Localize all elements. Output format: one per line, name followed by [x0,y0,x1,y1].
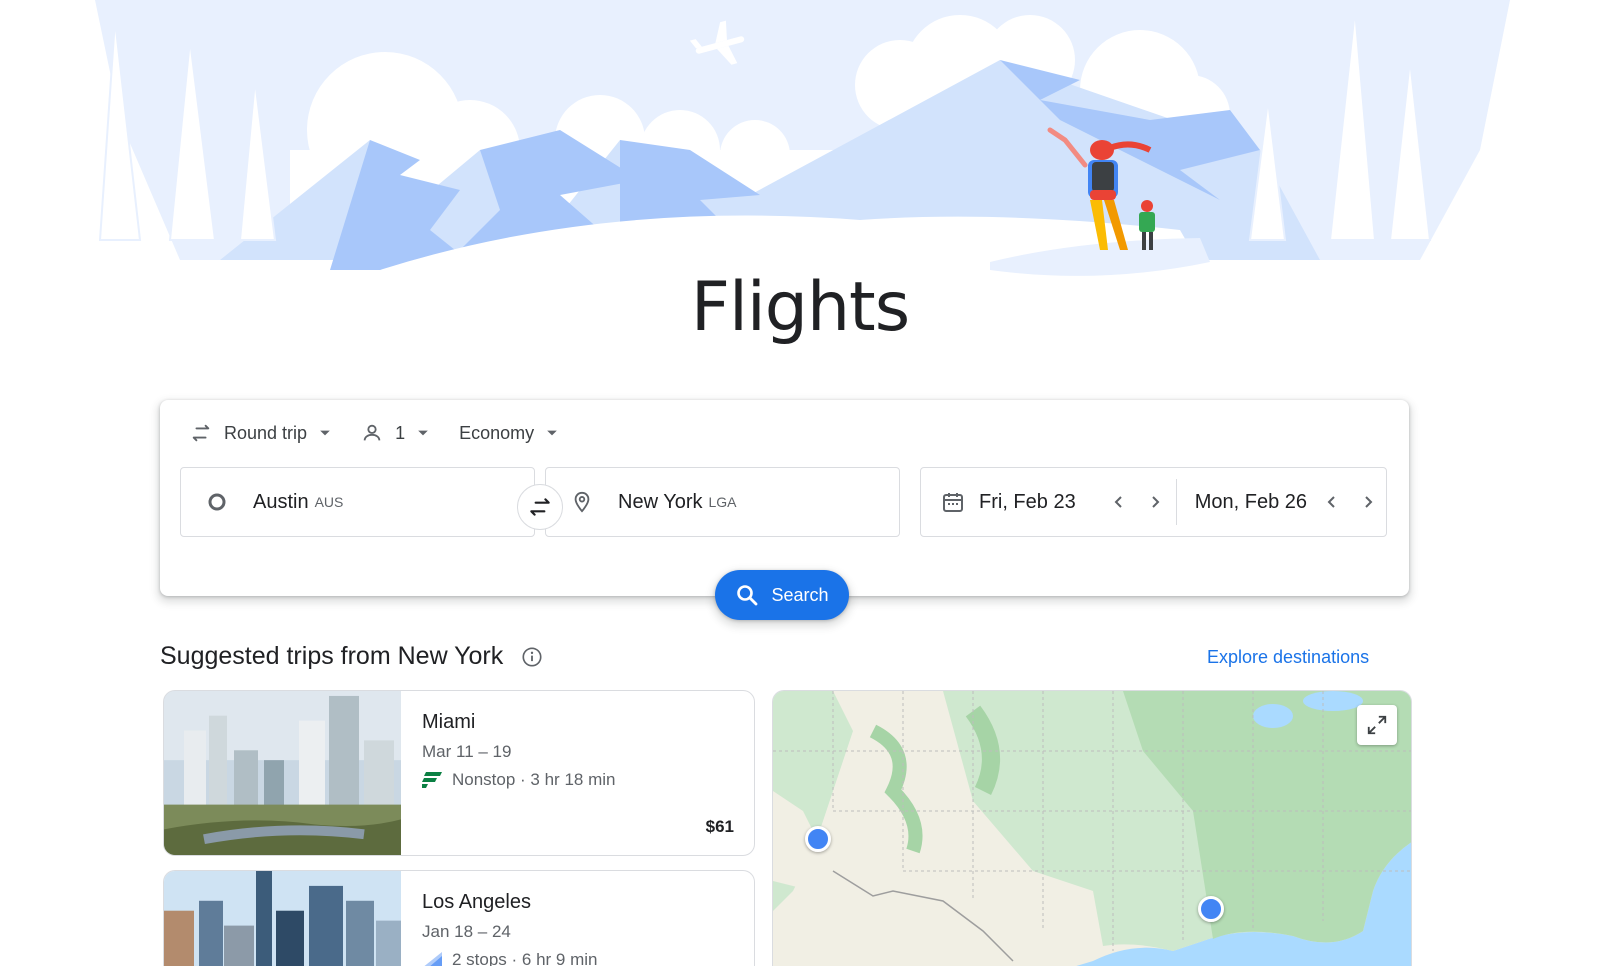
destination-field[interactable]: New York LGA [545,467,900,537]
depart-date-picker[interactable]: Fri, Feb 23 [979,468,1166,536]
cabin-class-select[interactable]: Economy [459,420,558,446]
page-title: Flights [690,268,910,347]
search-panel: Round trip 1 Economy Austin AUS New York… [160,400,1409,596]
search-button[interactable]: Search [715,570,849,620]
destination-photo [164,871,401,966]
destination-city: New York [618,490,703,513]
trip-flight-summary: Nonstop · 3 hr 18 min [452,770,616,789]
round-trip-icon [192,424,210,442]
dropdown-arrow-icon [418,430,428,436]
search-button-label: Search [771,584,829,605]
swap-icon [530,498,550,516]
person-icon [363,424,381,441]
expand-icon [1367,715,1387,735]
dates-field: Fri, Feb 23 Mon, Feb 26 [920,467,1387,537]
chevron-left-icon[interactable] [1321,491,1343,513]
origin-circle-icon [205,490,229,514]
suggested-trips-heading: Suggested trips from New York [160,642,543,671]
map-pin[interactable] [1198,896,1224,922]
trip-destination: Miami [422,711,476,733]
chevron-right-icon[interactable] [1357,491,1379,513]
dropdown-arrow-icon [547,430,557,436]
destination-photo [164,691,401,855]
trip-flight-summary: 2 stops · 6 hr 9 min [452,950,598,966]
destinations-map[interactable] [772,690,1412,966]
destination-code: LGA [708,494,737,510]
trip-flight-info: 2 stops · 6 hr 9 min [422,950,598,966]
suggested-trips-title: Suggested trips from New York [160,642,504,670]
trip-dates: Mar 11 – 19 [422,742,512,761]
swap-locations-button[interactable] [517,484,563,530]
expand-map-button[interactable] [1357,705,1397,745]
search-icon [737,585,758,606]
trip-card[interactable]: Los Angeles Jan 18 – 24 2 stops · 6 hr 9… [163,870,755,966]
depart-date: Fri, Feb 23 [979,490,1076,513]
passengers-count: 1 [395,422,406,443]
chevron-right-icon[interactable] [1144,491,1166,513]
trip-dates: Jan 18 – 24 [422,922,511,941]
return-date: Mon, Feb 26 [1194,490,1307,513]
dropdown-arrow-icon [320,430,330,436]
airline-logo-icon [422,772,442,788]
origin-code: AUS [314,494,344,510]
passengers-select[interactable]: 1 [361,420,429,446]
date-divider [1175,479,1177,525]
cabin-class-label: Economy [459,422,535,443]
trip-type-label: Round trip [224,422,308,443]
calendar-icon [941,490,965,514]
hero-illustration [95,0,1510,290]
origin-field[interactable]: Austin AUS [180,467,535,537]
trip-price: $61 [705,817,734,836]
trip-details: Miami Mar 11 – 19 Nonstop · 3 hr 18 min [422,711,615,790]
origin-city: Austin [253,490,309,513]
trip-flight-info: Nonstop · 3 hr 18 min [422,770,615,790]
return-date-picker[interactable]: Mon, Feb 26 [1195,468,1379,536]
chevron-left-icon[interactable] [1108,491,1130,513]
trip-details: Los Angeles Jan 18 – 24 2 stops · 6 hr 9… [422,891,598,966]
trip-card[interactable]: Miami Mar 11 – 19 Nonstop · 3 hr 18 min … [163,690,755,856]
search-options: Round trip 1 Economy [190,420,588,446]
trip-type-select[interactable]: Round trip [190,420,331,446]
explore-destinations-link[interactable]: Explore destinations [1207,647,1369,668]
multi-airline-icon [424,952,442,966]
map-pin[interactable] [805,826,831,852]
trip-destination: Los Angeles [422,891,531,913]
location-pin-icon [570,490,594,514]
info-icon[interactable] [521,646,543,668]
map-canvas [773,691,1411,966]
